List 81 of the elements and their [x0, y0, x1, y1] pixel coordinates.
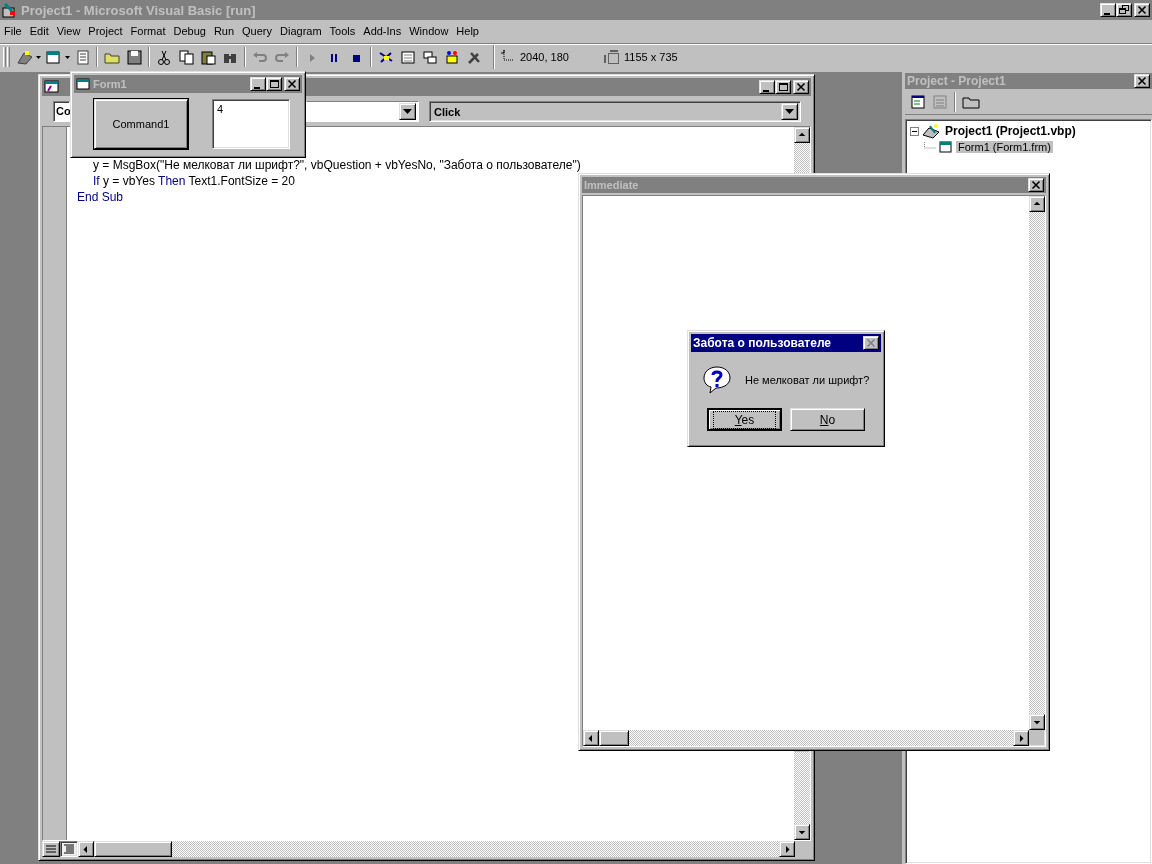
scroll-down-button[interactable] [794, 824, 810, 840]
view-code-icon[interactable] [910, 93, 926, 110]
menu-item[interactable]: Diagram [276, 25, 326, 37]
lines-icon [64, 844, 74, 854]
close-icon [287, 79, 297, 89]
lines-icon [46, 845, 56, 853]
scroll-up-button[interactable] [1029, 196, 1045, 212]
code-window-icon [44, 80, 60, 94]
restore-icon [1119, 5, 1129, 15]
dropdown-button[interactable] [781, 103, 798, 120]
scroll-down-button[interactable] [1029, 714, 1045, 730]
menu-item[interactable]: Format [126, 25, 170, 37]
scroll-left-button[interactable] [583, 730, 599, 746]
size-icon [604, 49, 620, 65]
add-project-icon[interactable] [16, 49, 32, 65]
menu-item[interactable]: View [52, 25, 85, 37]
properties-icon[interactable] [400, 49, 416, 65]
dialog-button[interactable]: No [790, 408, 865, 431]
window-title: Immediate [584, 179, 640, 191]
document-icon[interactable] [74, 49, 90, 65]
expand-toggle-icon[interactable] [910, 126, 919, 136]
form-icon [76, 78, 90, 90]
scrollbar-thumb[interactable] [94, 841, 172, 857]
dropdown-button[interactable] [399, 103, 416, 120]
form-icon [939, 140, 953, 154]
menu-item[interactable]: File [0, 25, 26, 37]
menu-item[interactable]: Debug [169, 25, 210, 37]
procedure-view-button[interactable] [42, 841, 60, 857]
panel-title: Project - Project1 [907, 74, 1007, 88]
project-icon [922, 123, 940, 139]
window-title: Form1 [93, 78, 128, 90]
scroll-left-button[interactable] [78, 841, 94, 857]
tree-item[interactable]: Project1 (Project1.vbp) [943, 124, 1078, 138]
command-button[interactable]: Command1 [94, 98, 188, 149]
menu-item[interactable]: Run [209, 25, 239, 37]
close-icon [796, 82, 806, 92]
minimize-icon [1104, 12, 1110, 15]
scroll-up-button[interactable] [794, 127, 810, 143]
tree-connector-icon [924, 142, 936, 152]
close-icon [1031, 180, 1041, 190]
menu-item[interactable]: Query [238, 25, 277, 37]
scroll-right-button[interactable] [1013, 730, 1029, 746]
close-icon [1137, 76, 1147, 86]
dialog-button[interactable]: Yes [707, 408, 782, 431]
position-readout: 2040, 180 [520, 51, 570, 63]
close-button[interactable] [863, 336, 879, 350]
form-icon[interactable] [45, 49, 61, 65]
menu-item[interactable]: Tools [325, 25, 360, 37]
menu-item[interactable]: Project [84, 25, 127, 37]
window-title: Project1 - Microsoft Visual Basic [run] [21, 2, 257, 18]
app-icon [2, 2, 18, 18]
text-box[interactable]: 4 [212, 98, 290, 149]
window-layout-icon[interactable] [422, 49, 438, 65]
copy-icon[interactable] [178, 49, 194, 65]
object-combo[interactable]: Co [53, 101, 70, 122]
menu-item[interactable]: Edit [25, 25, 53, 37]
maximize-icon [778, 82, 788, 92]
maximize-icon [269, 79, 279, 89]
menu-item[interactable]: Add-Ins [359, 25, 406, 37]
close-icon [1137, 5, 1147, 15]
combo-field[interactable] [306, 101, 419, 122]
dropdown-arrow-icon [403, 109, 412, 114]
close-icon [866, 338, 876, 348]
tree-item[interactable]: Form1 (Form1.frm) [956, 141, 1053, 153]
paste-icon[interactable] [200, 49, 216, 65]
code-line: End Sub [77, 189, 124, 205]
minimize-icon [254, 86, 260, 89]
minimize-icon [763, 89, 769, 92]
size-readout: 1155 x 735 [624, 51, 678, 63]
code-line: y = MsgBox("Не мелковат ли шрифт?", vbQuestion + vbYesNo, "Забота о пользователе") [92, 157, 581, 173]
scroll-right-button[interactable] [779, 841, 795, 857]
code-line: If y = vbYes Then Text1.FontSize = 20 [92, 173, 295, 189]
dropdown-arrow-icon [785, 109, 794, 114]
menu-item[interactable]: Window [405, 25, 453, 37]
question-icon [701, 364, 733, 396]
scrollbar-thumb[interactable] [599, 730, 629, 746]
full-module-view-button[interactable] [60, 841, 78, 857]
toolbox-icon[interactable] [444, 49, 460, 65]
scissors-icon[interactable] [156, 49, 172, 65]
procedure-combo[interactable]: Click [429, 101, 801, 122]
menu-item[interactable]: Help [452, 25, 483, 37]
